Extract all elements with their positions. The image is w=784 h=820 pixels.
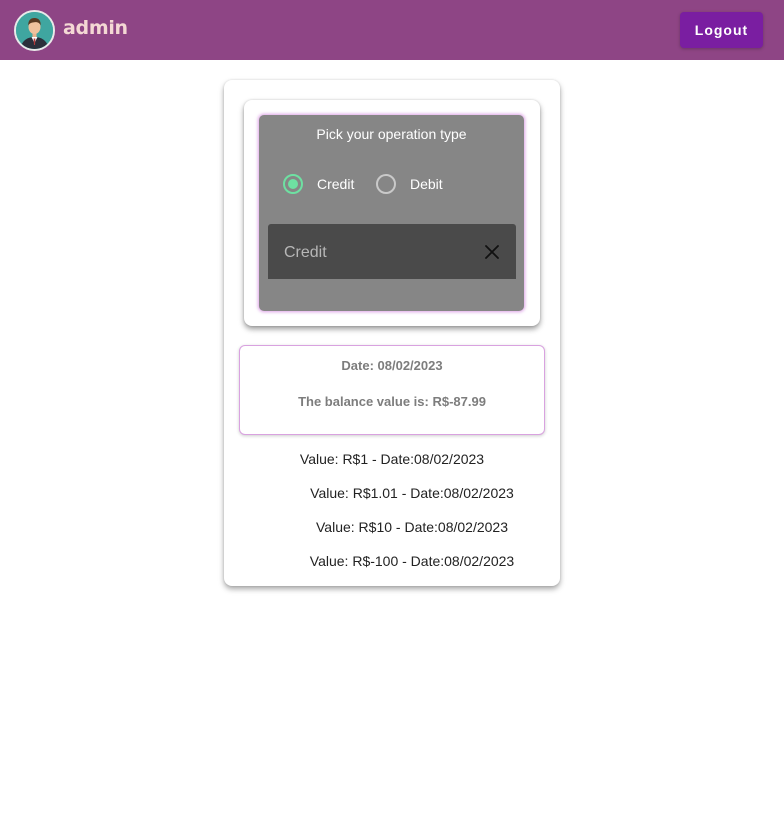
top-app-bar: admin Logout [0, 0, 784, 60]
transaction-list: Value: R$1 - Date:08/02/2023 Value: R$1.… [224, 451, 600, 587]
balance-value: The balance value is: R$-87.99 [298, 394, 486, 409]
transaction-item: Value: R$1 - Date:08/02/2023 [299, 451, 485, 467]
debit-radio[interactable] [376, 174, 396, 194]
operation-select[interactable]: Credit [268, 224, 516, 279]
logout-button[interactable]: Logout [680, 12, 763, 48]
user-avatar-icon[interactable] [14, 10, 55, 51]
operation-title: Pick your operation type [316, 126, 467, 142]
username-label: admin [63, 17, 128, 39]
transaction-item: Value: R$-100 - Date:08/02/2023 [309, 553, 515, 569]
debit-radio-label[interactable]: Debit [410, 176, 443, 192]
operation-select-value: Credit [284, 244, 327, 261]
credit-radio-label[interactable]: Credit [317, 176, 354, 192]
close-icon[interactable] [484, 244, 500, 260]
credit-radio[interactable] [283, 174, 303, 194]
transaction-item: Value: R$1.01 - Date:08/02/2023 [310, 485, 514, 501]
transaction-item: Value: R$10 - Date:08/02/2023 [316, 519, 508, 535]
balance-card: Date: 08/02/2023 The balance value is: R… [239, 345, 545, 435]
operation-panel: Pick your operation type Credit Debit Cr… [259, 115, 524, 311]
balance-date: Date: 08/02/2023 [341, 358, 443, 373]
